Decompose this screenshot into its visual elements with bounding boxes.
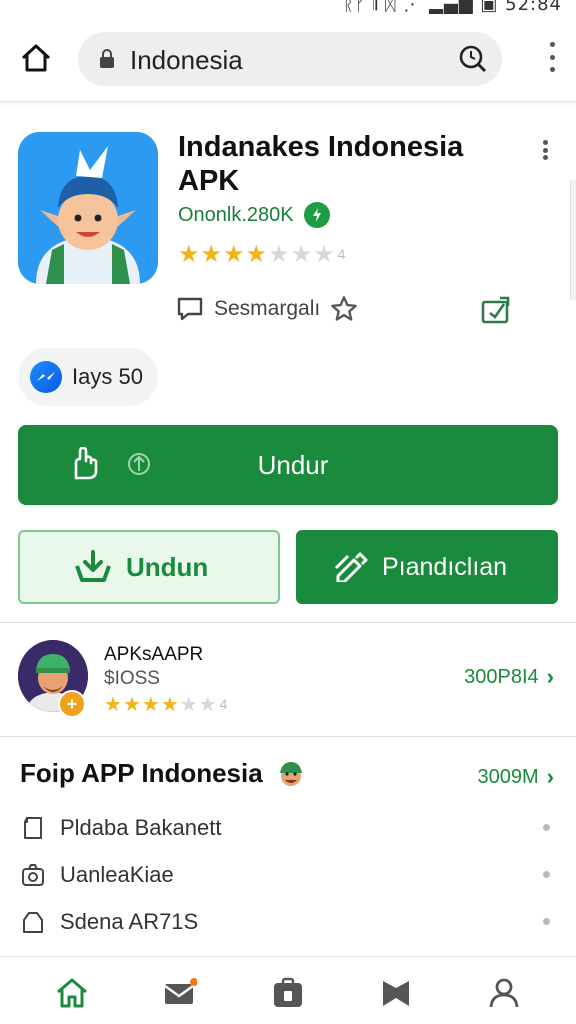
app-title: Indanakes Indonesia APK (178, 131, 464, 197)
related-app-rating: ★ ★ ★ ★ ★ ★ 4 (104, 694, 227, 714)
nav-bookmarks[interactable] (376, 973, 416, 1013)
dot-icon (542, 140, 548, 145)
section-link-label: 3009M (477, 765, 539, 788)
search-icon[interactable] (458, 44, 488, 74)
app-more-button[interactable] (540, 140, 550, 160)
related-app-title[interactable]: APKsAAPR (104, 644, 203, 666)
star-icon: ★ (200, 240, 223, 268)
developer-name[interactable]: Ononlk.280K (178, 204, 294, 227)
nav-profile[interactable] (484, 973, 524, 1013)
list-item[interactable]: Sdena AR71S (20, 902, 560, 942)
app-icon (18, 132, 158, 284)
dot-icon (549, 67, 555, 72)
app-actions-row: Sesmargalı (176, 294, 516, 324)
home-button[interactable] (16, 40, 56, 76)
star-icon: ★ (179, 692, 198, 716)
bag-icon (20, 909, 46, 935)
star-icon: ★ (198, 692, 217, 716)
comment-icon[interactable] (176, 296, 204, 322)
profile-icon (489, 978, 519, 1008)
elf-character-icon (18, 132, 158, 284)
install-label: Undun (126, 551, 209, 582)
divider (0, 622, 576, 623)
list-item[interactable]: UanleaKiae (20, 855, 560, 895)
star-icon: ★ (223, 240, 245, 268)
list-item-label: UanleaKiae (60, 862, 174, 887)
star-icon: ★ (122, 692, 141, 716)
nav-home[interactable] (52, 973, 92, 1013)
rating-suffix: 4 (337, 246, 346, 262)
section-link[interactable]: 3009M › (478, 764, 554, 790)
related-link-label: 300P8I4 (464, 665, 539, 688)
share-app-label: Pıandıclıan (382, 552, 508, 581)
bottom-navigation (0, 956, 576, 1024)
star-icon: ★ (178, 240, 200, 268)
developer-row: Ononlk.280K (178, 202, 330, 228)
wishlist-label[interactable]: Sesmargalı (214, 297, 320, 321)
related-link[interactable]: 300P8I4 › (464, 664, 554, 690)
star-icon: ★ (141, 692, 160, 716)
add-badge: + (58, 690, 86, 718)
status-text: ᚱᚠ 𝄂 ᛞ ⋰ ▂▄▆ ▣ 52:84 (342, 0, 562, 15)
nav-mail[interactable] (160, 973, 200, 1013)
app-rating: ★ ★ ★ ★ ★ ★ ★ 4 (178, 242, 345, 266)
browser-menu-button[interactable] (546, 42, 558, 72)
messenger-icon (30, 361, 62, 393)
divider (0, 736, 576, 737)
bookmark-icon (383, 981, 409, 1006)
list-item-label: Sdena AR71S (60, 909, 199, 934)
messenger-chip[interactable]: Iays 50 (18, 348, 158, 406)
home-icon (21, 44, 51, 72)
verified-icon (303, 202, 330, 228)
download-icon (75, 550, 111, 582)
url-text: Indonesia (130, 45, 243, 75)
share-icon[interactable] (480, 294, 512, 326)
scroll-edge (570, 180, 576, 300)
dot-icon (543, 918, 550, 925)
download-label: Undur (257, 449, 329, 480)
chevron-right-icon: › (546, 664, 554, 689)
pen-icon (334, 552, 368, 582)
share-app-button[interactable]: Pıandıclıan (296, 530, 558, 604)
star-icon: ★ (290, 240, 313, 268)
dot-icon (543, 871, 550, 878)
section-title-text: Foip APP Indonesia (20, 758, 263, 788)
camera-icon (20, 862, 46, 888)
lock-icon (100, 49, 114, 68)
dot-icon (542, 155, 548, 160)
nav-store[interactable] (268, 973, 308, 1013)
home-icon (57, 978, 87, 1008)
star-icon: ★ (268, 240, 290, 268)
related-app-subtitle: $IOSS (104, 668, 160, 689)
section-title: Foip APP Indonesia (20, 758, 305, 789)
status-bar: ᚱᚠ 𝄂 ᛞ ⋰ ▂▄▆ ▣ 52:84 (0, 0, 576, 15)
browser-toolbar: Indonesia (0, 14, 576, 102)
tag-icon (20, 815, 46, 841)
star-outline-icon[interactable] (330, 295, 358, 323)
address-bar[interactable]: Indonesia (78, 32, 502, 86)
store-icon (274, 977, 302, 1007)
character-face-icon (279, 761, 302, 786)
list-item[interactable]: Pldaba Bakanett (20, 808, 560, 848)
star-icon: ★ (313, 240, 335, 268)
rating-suffix: 4 (219, 696, 228, 712)
star-icon: ★ (245, 240, 268, 268)
list-item-label: Pldaba Bakanett (60, 815, 222, 840)
chevron-right-icon: › (546, 764, 554, 789)
mail-icon (164, 978, 197, 1004)
dot-icon (549, 54, 555, 60)
star-icon: ★ (160, 692, 179, 716)
star-icon: ★ (104, 692, 122, 716)
dot-icon (549, 42, 555, 47)
chip-label: Iays 50 (72, 364, 143, 389)
dot-icon (542, 147, 548, 153)
dot-icon (543, 824, 550, 831)
install-button[interactable]: Undun (18, 530, 280, 604)
download-button[interactable]: Undur (18, 425, 558, 505)
